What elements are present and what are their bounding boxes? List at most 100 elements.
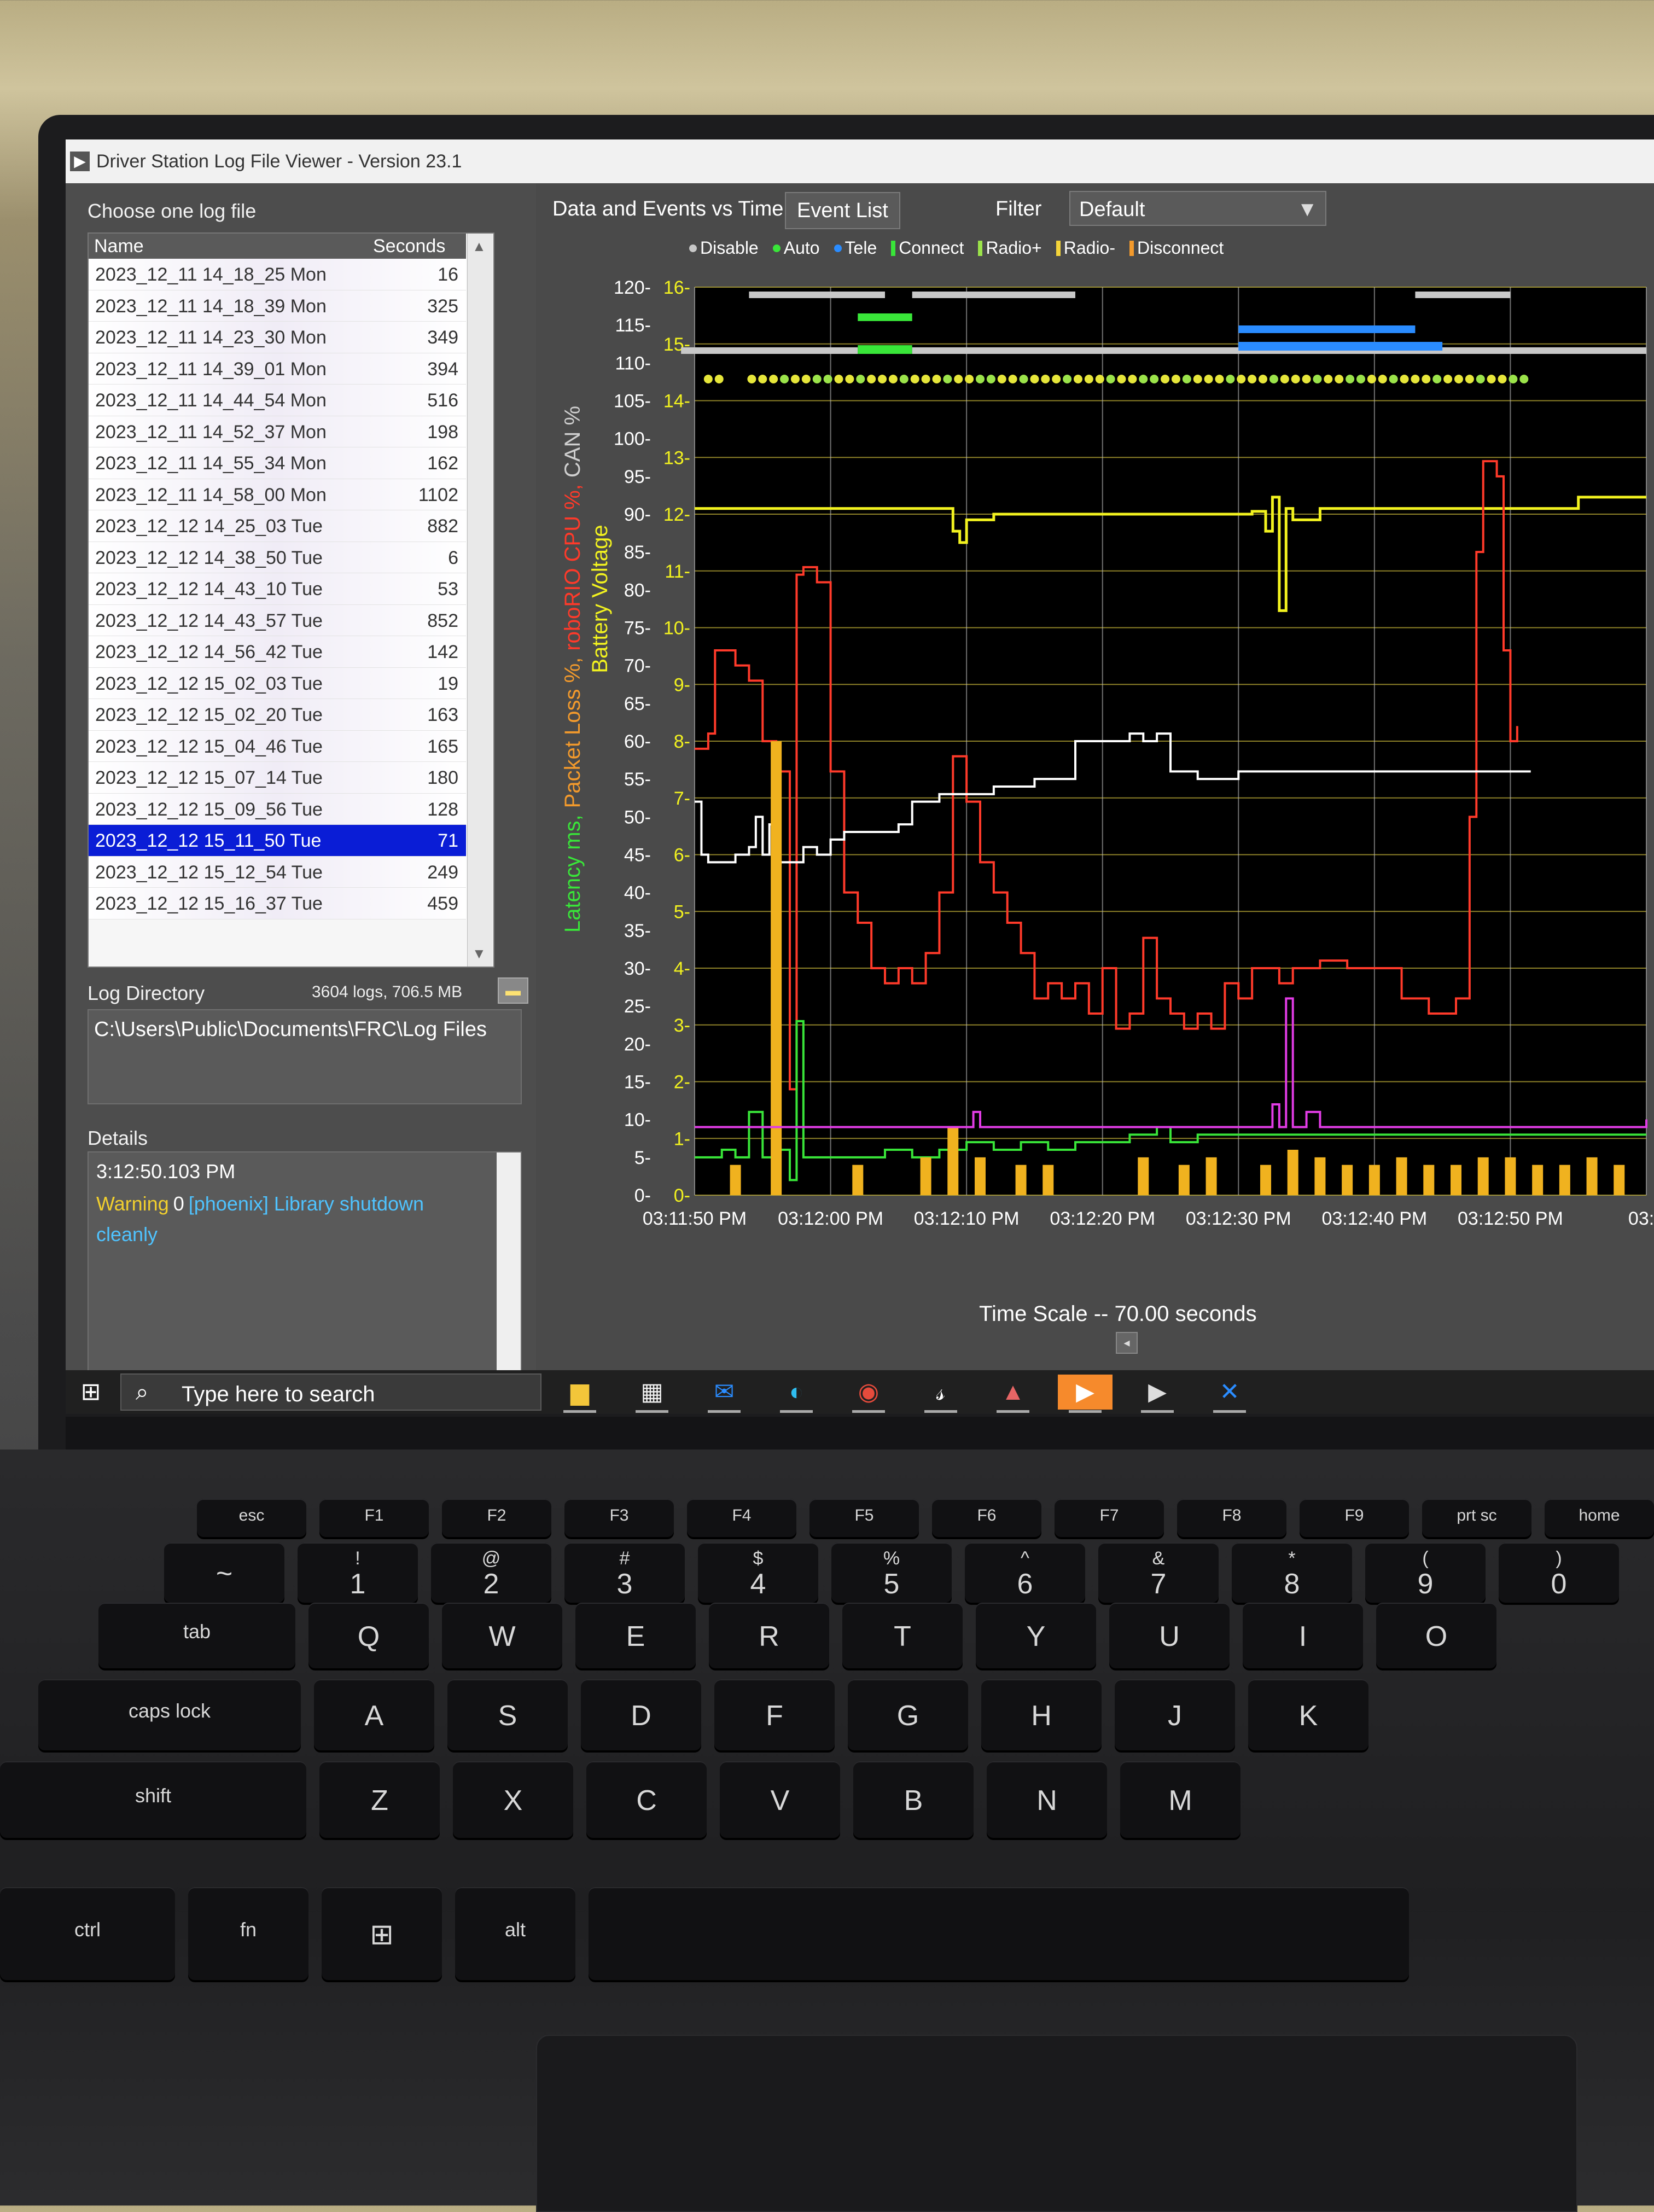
key-b[interactable]: B [853, 1761, 974, 1838]
file-explorer-icon[interactable]: ▆ [552, 1375, 607, 1413]
search-input[interactable]: Type here to search [182, 1382, 375, 1407]
log-viewer-icon[interactable]: ▶ [1130, 1375, 1185, 1413]
file-list-item[interactable]: 2023_12_12 14_43_57 Tue 852 [89, 604, 466, 636]
key-2[interactable]: @2 [431, 1542, 551, 1603]
key-f[interactable]: F [714, 1679, 835, 1750]
mail-icon[interactable]: ✉ [697, 1375, 752, 1413]
details-box[interactable]: 3:12:50.103 PM Warning 0 [phoenix] Library… [88, 1151, 522, 1372]
scroll-up-icon[interactable]: ▲ [472, 238, 486, 255]
key-q[interactable]: Q [308, 1603, 429, 1668]
time-scale-handle[interactable]: ◂ [1116, 1332, 1138, 1354]
file-list-item[interactable]: 2023_12_12 14_43_10 Tue 53 [89, 573, 466, 605]
key-9[interactable]: (9 [1365, 1542, 1486, 1603]
key-6[interactable]: ^ 6 [965, 1542, 1085, 1603]
key-7[interactable]: & 7 [1098, 1542, 1219, 1603]
log-file-list[interactable]: Name Seconds 2023_12_11 14_18_25 Mon 16 20… [88, 232, 494, 968]
signature-app-icon[interactable]: 𝓈 [913, 1375, 968, 1413]
key-f5[interactable]: F5 [809, 1499, 919, 1537]
edge-icon[interactable]: ◐ [769, 1375, 824, 1413]
key--[interactable]: ~ [164, 1542, 284, 1603]
key-f4[interactable]: F4 [687, 1499, 796, 1537]
key-s[interactable]: S [447, 1679, 568, 1750]
file-list-item[interactable]: 2023_12_12 15_11_50 Tue 71 [89, 825, 466, 857]
key-h[interactable]: H [981, 1679, 1102, 1750]
key-f7[interactable]: F7 [1055, 1499, 1164, 1537]
key-home[interactable]: home [1545, 1499, 1654, 1537]
key-esc[interactable]: esc [197, 1499, 306, 1537]
tab-event-list[interactable]: Event List [785, 192, 900, 229]
key-z[interactable]: Z [319, 1761, 440, 1838]
browse-folder-button[interactable]: ▬ [498, 977, 528, 1004]
key-n[interactable]: N [987, 1761, 1107, 1838]
key-f6[interactable]: F6 [932, 1499, 1041, 1537]
key-o[interactable]: O [1376, 1603, 1496, 1668]
key-tab[interactable]: tab [98, 1603, 295, 1668]
key-f2[interactable]: F2 [442, 1499, 551, 1537]
key-a[interactable]: A [314, 1679, 434, 1750]
file-list-item[interactable]: 2023_12_12 15_09_56 Tue 128 [89, 793, 466, 825]
key-prt-sc[interactable]: prt sc [1422, 1499, 1531, 1537]
details-scrollbar[interactable] [497, 1152, 521, 1371]
file-list-item[interactable]: 2023_12_11 14_18_25 Mon 16 [89, 259, 466, 290]
vscode-icon[interactable]: ✕ [1202, 1375, 1257, 1413]
key-t[interactable]: T [842, 1603, 963, 1668]
key-i[interactable]: I [1243, 1603, 1363, 1668]
key-0[interactable]: ) 0 [1499, 1542, 1619, 1603]
tab-data-and-events[interactable]: Data and Events vs Time [552, 197, 783, 221]
log-directory-field[interactable]: C:\Users\Public\Documents\FRC\Log Files [88, 1009, 522, 1104]
key-f9[interactable]: F9 [1300, 1499, 1409, 1537]
store-icon[interactable]: ▦ [625, 1375, 679, 1413]
key-c[interactable]: C [586, 1761, 707, 1838]
key-m[interactable]: M [1120, 1761, 1240, 1838]
file-list-item[interactable]: 2023_12_11 14_23_30 Mon 349 [89, 322, 466, 353]
file-list-item[interactable]: 2023_12_11 14_44_54 Mon 516 [89, 385, 466, 416]
file-list-item[interactable]: 2023_12_12 15_07_14 Tue 180 [89, 762, 466, 794]
file-list-item[interactable]: 2023_12_11 14_39_01 Mon 394 [89, 353, 466, 385]
chrome-icon[interactable]: ◉ [841, 1375, 896, 1413]
file-list-item[interactable]: 2023_12_11 14_18_39 Mon 325 [89, 290, 466, 322]
key-8[interactable]: * 8 [1232, 1542, 1352, 1603]
file-list-item[interactable]: 2023_12_12 14_38_50 Tue 6 [89, 542, 466, 573]
key-y[interactable]: Y [976, 1603, 1096, 1668]
key-x[interactable]: X [453, 1761, 573, 1838]
key-v[interactable]: V [720, 1761, 840, 1838]
key-g[interactable]: G [848, 1679, 968, 1750]
file-list-scrollbar[interactable]: ▲ ▼ [467, 234, 493, 967]
key-4[interactable]: $4 [698, 1542, 818, 1603]
key-1[interactable]: ! 1 [298, 1542, 418, 1603]
key--[interactable]: ⊞ [322, 1887, 442, 1980]
file-list-item[interactable]: 2023_12_12 14_56_42 Tue 142 [89, 636, 466, 668]
key-f1[interactable]: F1 [319, 1499, 429, 1537]
taskbar-search[interactable]: ⌕ Type here to search [120, 1373, 541, 1411]
key-k[interactable]: K [1248, 1679, 1368, 1750]
key-caps-lock[interactable]: caps lock [38, 1679, 301, 1750]
column-header-seconds[interactable]: Seconds [373, 236, 445, 257]
key-r[interactable]: R [709, 1603, 829, 1668]
column-header-name[interactable]: Name [94, 236, 144, 257]
key-f8[interactable]: F8 [1177, 1499, 1286, 1537]
key-5[interactable]: % 5 [831, 1542, 952, 1603]
file-list-item[interactable]: 2023_12_11 14_52_37 Mon 198 [89, 416, 466, 447]
touchpad[interactable] [536, 2035, 1577, 2212]
key-u[interactable]: U [1109, 1603, 1230, 1668]
windows-start-button[interactable]: ⊞ [74, 1376, 107, 1408]
file-list-item[interactable]: 2023_12_12 15_02_20 Tue 163 [89, 699, 466, 731]
file-list-item[interactable]: 2023_12_11 14_55_34 Mon 162 [89, 447, 466, 479]
key-3[interactable]: #3 [564, 1542, 685, 1603]
filter-select[interactable]: Default ▼ [1069, 191, 1326, 226]
file-list-item[interactable]: 2023_12_12 15_16_37 Tue 459 [89, 888, 466, 919]
key-ctrl[interactable]: ctrl [0, 1887, 175, 1980]
key-alt[interactable]: alt [455, 1887, 575, 1980]
key-d[interactable]: D [581, 1679, 701, 1750]
key-e[interactable]: E [575, 1603, 696, 1668]
key-w[interactable]: W [442, 1603, 562, 1668]
window-titlebar[interactable]: ▶ Driver Station Log File Viewer - Versi… [66, 139, 1654, 183]
key-f3[interactable]: F3 [564, 1499, 674, 1537]
image-viewer-icon[interactable]: ▲ [986, 1375, 1040, 1413]
file-list-item[interactable]: 2023_12_12 15_02_03 Tue 19 [89, 667, 466, 699]
driver-station-icon[interactable]: ▶ [1058, 1375, 1113, 1413]
key-j[interactable]: J [1115, 1679, 1235, 1750]
scroll-down-icon[interactable]: ▼ [472, 945, 486, 962]
file-list-item[interactable]: 2023_12_12 14_25_03 Tue 882 [89, 510, 466, 542]
key-shift[interactable]: shift [0, 1761, 306, 1838]
